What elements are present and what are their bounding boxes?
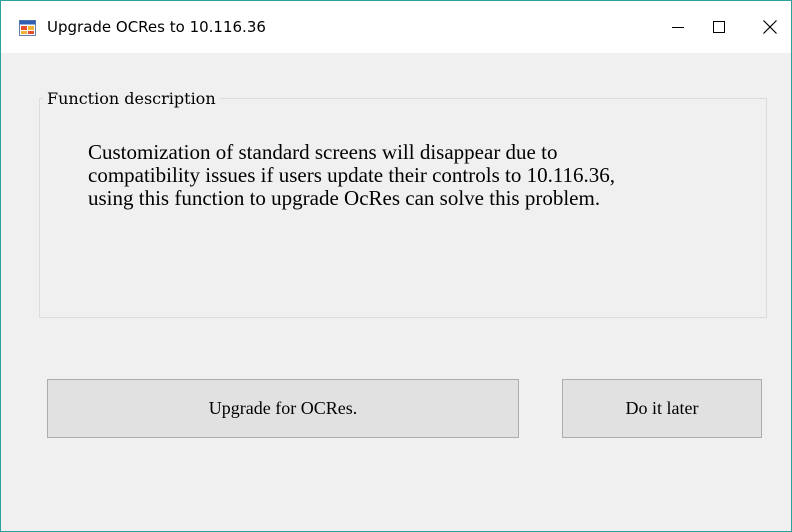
maximize-button[interactable] <box>696 1 742 53</box>
app-icon <box>19 20 36 36</box>
minimize-icon <box>672 27 684 28</box>
description-line: Customization of standard screens will d… <box>88 140 558 164</box>
description-line: using this function to upgrade OcRes can… <box>88 186 601 210</box>
function-description-text: Customization of standard screens will d… <box>88 141 748 210</box>
minimize-button[interactable] <box>655 1 701 53</box>
window-title: Upgrade OCRes to 10.116.36 <box>47 18 266 36</box>
group-title: Function description <box>43 89 220 109</box>
dialog-window: Upgrade OCRes to 10.116.36 Function desc… <box>0 0 792 532</box>
description-line: compatibility issues if users update the… <box>88 163 616 187</box>
do-it-later-button[interactable]: Do it later <box>562 379 762 438</box>
close-icon <box>763 20 777 34</box>
upgrade-button[interactable]: Upgrade for OCRes. <box>47 379 519 438</box>
close-button[interactable] <box>747 1 791 53</box>
title-bar[interactable]: Upgrade OCRes to 10.116.36 <box>1 1 791 53</box>
maximize-icon <box>713 21 725 33</box>
